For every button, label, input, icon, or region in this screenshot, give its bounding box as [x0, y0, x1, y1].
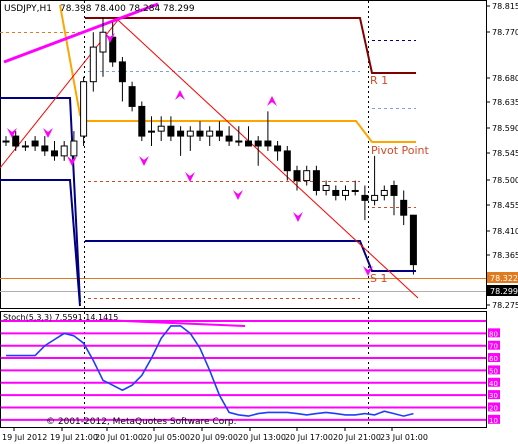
candle-body: [380, 189, 388, 196]
stochastic-level-label: 70: [489, 343, 498, 351]
candle-body: [206, 130, 214, 137]
candle-body: [177, 130, 185, 137]
candle-body: [21, 145, 29, 148]
candle-body: [167, 125, 175, 137]
pivot-point-label: Pivot Point: [371, 144, 429, 157]
candle-body: [31, 140, 39, 147]
copyright: © 2001-2012, MetaQuotes Software Corp.: [46, 417, 237, 427]
stochastic-level-label: 40: [489, 380, 498, 388]
candle-body: [245, 140, 252, 147]
candle-body: [390, 185, 398, 196]
price-tick-label: 78.275: [492, 301, 518, 310]
candle-body: [128, 86, 136, 107]
price-tick-label: 78.815: [492, 2, 518, 11]
trading-chart[interactable]: R 1 Pivot Point S 1 USDJPY,H1 78.398 78.…: [0, 0, 518, 444]
time-tick-label: 20 Jul 01:00: [95, 433, 143, 442]
time-tick-label: 20 Jul 09:00: [190, 433, 238, 442]
price-marker-label: 78.299: [490, 287, 518, 296]
price-axis: 78.815 78.770 78.680 78.635 78.590 78.545 78.5…: [486, 2, 518, 310]
candle-body: [138, 105, 146, 137]
price-tick-label: 78.680: [492, 74, 518, 83]
r1-label: R 1: [370, 74, 388, 87]
price-tick-label: 78.545: [492, 149, 518, 158]
candle-body: [225, 135, 233, 142]
indicator-title: Stoch(5,3,3) 7.5591 14.1415: [3, 313, 118, 322]
candle-body: [332, 189, 340, 196]
candle-body: [51, 150, 58, 157]
candle-body: [400, 199, 408, 216]
candle-body: [293, 170, 301, 182]
stochastic-level-label: 80: [489, 330, 498, 338]
candle-body: [89, 46, 97, 83]
time-tick-label: 20 Jul 13:00: [238, 433, 286, 442]
time-tick-label: 19 Jul 21:00: [50, 433, 98, 442]
ohlc-readout: 78.398 78.400 78.284 78.299: [60, 4, 195, 14]
stochastic-level-label: 60: [489, 355, 498, 363]
stochastic-level-label: 30: [489, 392, 498, 400]
candle-body: [342, 189, 349, 196]
price-tick-label: 78.590: [492, 124, 518, 133]
price-tick-label: 78.500: [492, 176, 518, 185]
candle-body: [264, 140, 272, 147]
candle-body: [303, 170, 311, 182]
candle-body: [60, 145, 68, 157]
time-tick-label: 20 Jul 21:00: [333, 433, 381, 442]
stochastic-level-label: 20: [489, 404, 498, 412]
candle-body: [371, 194, 379, 201]
price-tick-label: 78.455: [492, 201, 518, 210]
candle-body: [361, 194, 369, 201]
candle-body: [312, 170, 320, 191]
price-tick-label: 78.365: [492, 251, 518, 260]
candle-body: [196, 130, 204, 137]
candle-body: [274, 145, 282, 152]
time-tick-label: 20 Jul 05:00: [142, 433, 190, 442]
candle-body: [235, 140, 243, 143]
time-axis: 19 Jul 2012 19 Jul 21:0020 Jul 01:00 20 Ju…: [2, 427, 428, 442]
candle-body: [70, 140, 78, 157]
time-tick-label: 19 Jul 2012: [2, 433, 47, 442]
candle-body: [351, 189, 359, 192]
candle-body: [186, 130, 194, 137]
stochastic-level-label: 10: [489, 417, 498, 425]
candle-body: [99, 31, 107, 53]
s1-label: S 1: [370, 272, 387, 285]
price-marker-label: 78.322: [490, 274, 518, 283]
time-tick-label: 20 Jul 17:00: [285, 433, 333, 442]
stochastic-level-label: 50: [489, 367, 498, 375]
candle-body: [215, 130, 223, 137]
candle-body: [148, 130, 155, 133]
candle-body: [2, 140, 10, 143]
candle-body: [322, 185, 330, 191]
time-tick-label: 23 Jul 01:00: [380, 433, 428, 442]
candle-body: [283, 150, 291, 172]
candle-body: [80, 81, 88, 137]
candle-body: [41, 145, 49, 152]
candle-body: [157, 125, 165, 132]
symbol-timeframe: USDJPY,H1: [4, 4, 52, 14]
price-tick-label: 78.770: [492, 28, 518, 37]
price-tick-label: 78.410: [492, 227, 518, 236]
candle-body: [254, 140, 262, 147]
price-tick-label: 78.635: [492, 98, 518, 107]
candle-body: [118, 61, 126, 83]
candle-body: [409, 214, 417, 266]
candle-body: [12, 135, 20, 147]
